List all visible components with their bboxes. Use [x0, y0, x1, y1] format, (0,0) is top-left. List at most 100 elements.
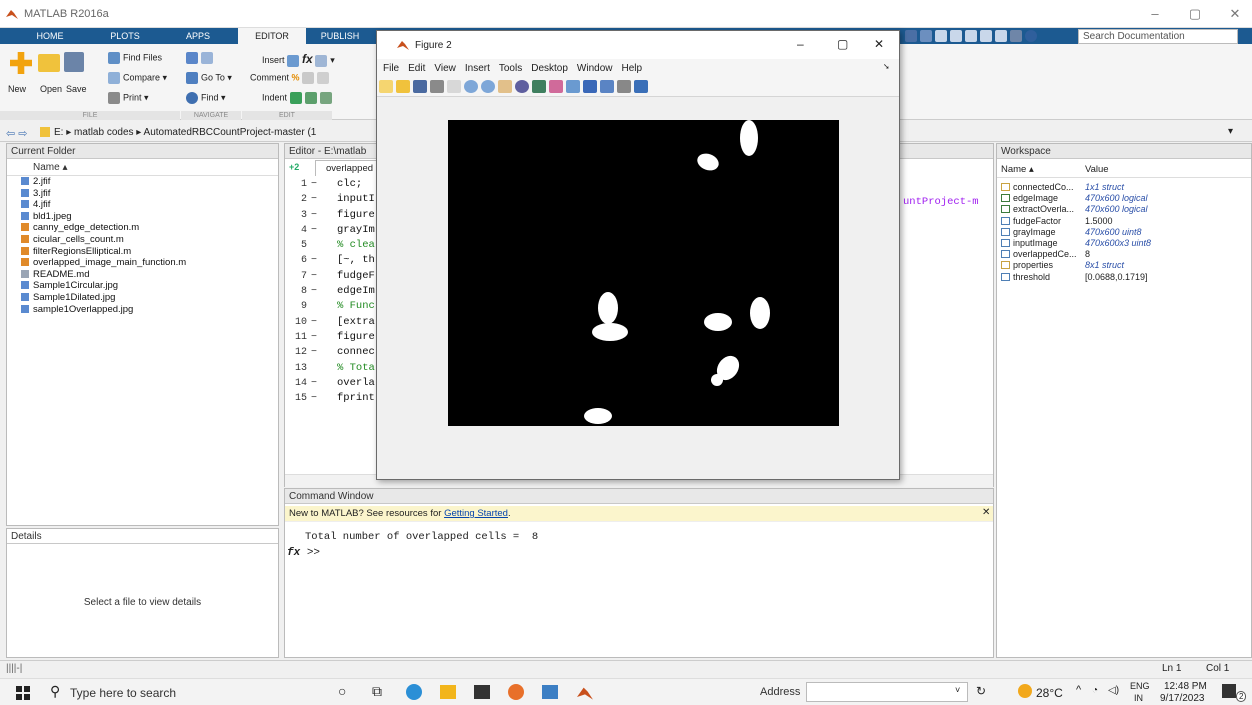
brush-icon[interactable] [549, 80, 563, 93]
insert-colorbar-icon[interactable] [583, 80, 597, 93]
file-list-item[interactable]: canny_edge_detection.m [7, 222, 278, 234]
code-line[interactable]: connec [337, 345, 375, 360]
file-explorer-icon[interactable] [440, 685, 456, 699]
tab-apps[interactable]: APPS [168, 28, 228, 44]
help-icon[interactable] [1025, 30, 1037, 43]
code-line[interactable]: fudgeF [337, 269, 375, 284]
workspace-var-row[interactable]: properties 8x1 struct [997, 260, 1251, 271]
volume-icon[interactable]: ◁) [1108, 685, 1119, 696]
go-to-button[interactable]: Go To ▾ [186, 72, 232, 84]
breakpoint-dash[interactable] [311, 301, 317, 312]
nav-back-forward[interactable] [186, 52, 216, 64]
close-button[interactable]: ✕ [1220, 4, 1250, 24]
code-line[interactable]: grayIm [337, 223, 375, 238]
edge-browser-icon[interactable] [406, 684, 422, 700]
open-button[interactable]: Open [40, 84, 62, 94]
network-icon[interactable]: ◔ [1092, 685, 1098, 696]
task-view-icon[interactable]: ⧉ [372, 683, 382, 700]
matlab-taskbar-icon[interactable] [576, 685, 594, 701]
figure-menu-view[interactable]: View [434, 63, 456, 74]
figure-menu-window[interactable]: Window [577, 63, 613, 74]
breakpoint-dash[interactable] [311, 363, 317, 374]
hide-plot-tools-icon[interactable] [617, 80, 631, 93]
data-cursor-icon[interactable] [532, 80, 546, 93]
qa-save-icon[interactable] [905, 30, 917, 43]
address-path[interactable]: E: ▸ matlab codes ▸ AutomatedRBCCountPro… [54, 127, 316, 138]
qa-cut-icon[interactable] [935, 30, 947, 43]
figure-menu-insert[interactable]: Insert [465, 63, 490, 74]
save-figure-icon[interactable] [413, 80, 427, 93]
code-line[interactable]: edgeIm [337, 284, 375, 299]
menubar-dock-icon[interactable]: ➘ [883, 62, 890, 71]
taskbar-search-input[interactable]: Type here to search [70, 686, 176, 700]
workspace-col-value[interactable]: Value [1085, 161, 1109, 178]
search-documentation-input[interactable]: Search Documentation [1078, 29, 1238, 44]
editor-tab[interactable]: overlapped [315, 160, 377, 176]
mail-icon[interactable] [474, 685, 490, 699]
file-list-item[interactable]: Sample1Dilated.jpg [7, 292, 278, 304]
workspace-var-row[interactable]: connectedCo... 1x1 struct [997, 182, 1251, 193]
figure-minimize-button[interactable]: – [797, 37, 804, 51]
clock-time[interactable]: 12:48 PM [1164, 681, 1207, 692]
file-list-item[interactable]: 3.jfif [7, 188, 278, 200]
back-forward-arrows-icon[interactable]: ⇦ ⇨ [6, 127, 28, 140]
clock-date[interactable]: 9/17/2023 [1160, 693, 1205, 704]
address-toolbar-input[interactable] [806, 682, 968, 702]
print-button[interactable]: Print ▾ [108, 92, 149, 104]
new-figure-icon[interactable] [379, 80, 393, 93]
compare-button[interactable]: Compare ▾ [108, 72, 167, 84]
new-button[interactable]: New [8, 84, 26, 94]
search-icon[interactable]: ⚲ [1224, 30, 1232, 43]
qa-save-all-icon[interactable] [920, 30, 932, 43]
breakpoint-dash[interactable]: − [311, 210, 317, 221]
refresh-icon[interactable]: ↻ [976, 684, 986, 698]
open-file-icon[interactable] [396, 80, 410, 93]
file-list-item[interactable]: Sample1Circular.jpg [7, 280, 278, 292]
code-line[interactable]: clc; [337, 177, 375, 192]
workspace-var-row[interactable]: edgeImage 470x600 logical [997, 193, 1251, 204]
code-line[interactable]: [extra [337, 315, 375, 330]
breakpoint-dash[interactable]: − [311, 347, 317, 358]
breakpoint-dash[interactable]: − [311, 194, 317, 205]
workspace-var-row[interactable]: inputImage 470x600x3 uint8 [997, 238, 1251, 249]
current-folder-col-name[interactable]: Name ▴ [7, 159, 278, 176]
notification-icon[interactable] [1222, 684, 1236, 698]
figure-menu-tools[interactable]: Tools [499, 63, 522, 74]
breakpoint-dash[interactable]: − [311, 393, 317, 404]
qa-paste-icon[interactable] [965, 30, 977, 43]
lang-top[interactable]: ENG [1130, 681, 1150, 691]
minimize-button[interactable]: – [1140, 4, 1170, 24]
save-button[interactable]: Save [66, 84, 87, 94]
close-note-icon[interactable]: ✕ [982, 507, 990, 518]
tab-plots[interactable]: PLOTS [95, 28, 155, 44]
insert-legend-icon[interactable] [600, 80, 614, 93]
tab-home[interactable]: HOME [20, 28, 80, 44]
pan-hand-icon[interactable] [498, 80, 512, 93]
link-plot-icon[interactable] [566, 80, 580, 93]
breakpoint-dash[interactable]: − [311, 271, 317, 282]
workspace-var-row[interactable]: threshold [0.0688,0.1719] [997, 272, 1251, 283]
tab-publish[interactable]: PUBLISH [310, 28, 370, 44]
file-list-item[interactable]: 2.jfif [7, 176, 278, 188]
breakpoint-dash[interactable]: − [311, 286, 317, 297]
breakpoint-dash[interactable]: − [311, 179, 317, 190]
breakpoint-dash[interactable]: − [311, 317, 317, 328]
workspace-var-row[interactable]: overlappedCe... 8 [997, 249, 1251, 260]
tray-chevron-icon[interactable]: ^ [1076, 684, 1081, 696]
workspace-var-row[interactable]: grayImage 470x600 uint8 [997, 227, 1251, 238]
indent-button[interactable]: Indent [262, 92, 335, 104]
figure-maximize-button[interactable]: ▢ [837, 37, 848, 51]
lang-bottom[interactable]: IN [1134, 693, 1143, 703]
find-files-button[interactable]: Find Files [108, 52, 162, 64]
edit-plot-arrow-icon[interactable] [447, 80, 461, 93]
command-prompt[interactable]: fx >> [287, 547, 320, 559]
print-figure-icon[interactable] [430, 80, 444, 93]
taskbar-search-icon[interactable]: ⚲ [50, 683, 60, 700]
code-line[interactable]: figure [337, 208, 375, 223]
qa-switch-windows-icon[interactable] [1010, 30, 1022, 43]
zoom-in-icon[interactable] [464, 80, 478, 93]
address-dropdown-arrow-icon[interactable]: ˅ [955, 685, 960, 695]
file-list-item[interactable]: 4.jfif [7, 199, 278, 211]
cortana-icon[interactable]: ○ [338, 683, 346, 699]
code-line[interactable]: fprint [337, 391, 375, 406]
